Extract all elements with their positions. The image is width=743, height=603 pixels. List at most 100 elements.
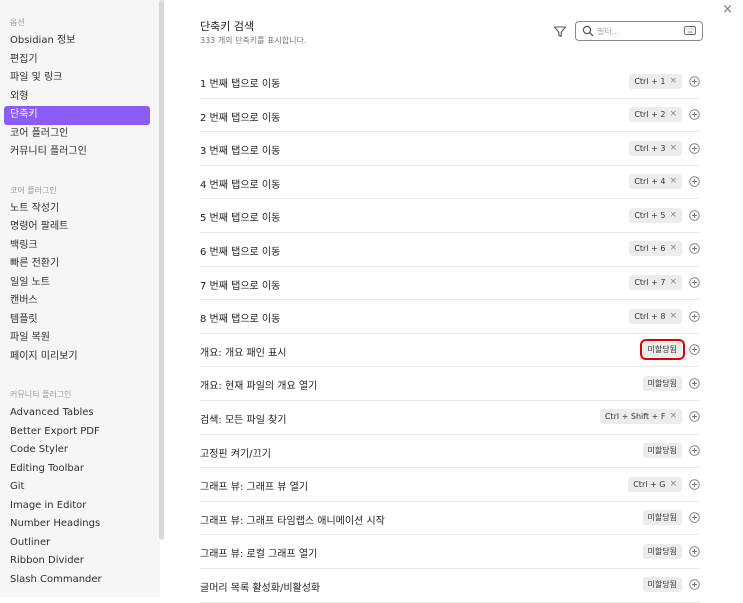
sidebar-item-community-0[interactable]: Advanced Tables [0, 404, 160, 423]
hotkey-controls: 미할당됨 [642, 543, 700, 559]
plus-circle-icon[interactable] [689, 378, 700, 389]
unassigned-badge: 미할당됨 [642, 510, 682, 526]
plus-circle-icon[interactable] [689, 445, 700, 456]
sidebar-item-options-3[interactable]: 외형 [0, 88, 160, 107]
hotkey-chip: Ctrl + 5 × [629, 207, 682, 223]
hotkey-label: Ctrl + 7 [634, 278, 666, 288]
hotkey-label: Ctrl + 6 [634, 244, 666, 254]
command-name: 그래프 뷰: 그래프 타임랩스 애니메이션 시작 [200, 515, 385, 527]
sidebar-item-community-7[interactable]: Outliner [0, 534, 160, 553]
x-icon[interactable]: × [669, 74, 677, 89]
plus-circle-icon[interactable] [689, 176, 700, 188]
x-icon[interactable]: × [669, 107, 677, 122]
sidebar-item-community-3[interactable]: Editing Toolbar [0, 460, 160, 479]
plus-circle-icon[interactable] [689, 109, 700, 120]
x-icon[interactable]: × [669, 275, 677, 290]
plus-circle-icon[interactable] [689, 310, 700, 322]
sidebar-scrollbar[interactable] [159, 0, 164, 540]
sidebar-item-options-5[interactable]: 코어 플러그인 [0, 125, 160, 144]
sidebar-item-community-2[interactable]: Code Styler [0, 441, 160, 460]
hotkey-controls: 미할당됨 [642, 510, 700, 526]
sidebar-item-community-8[interactable]: Ribbon Divider [0, 552, 160, 571]
command-name: 검색: 모든 파일 찾기 [200, 414, 287, 426]
hotkey-controls: Ctrl + 5 × [629, 207, 700, 223]
command-name: 글머리 목록 활성화/비활성화 [200, 582, 321, 594]
x-icon[interactable]: × [669, 477, 677, 492]
hotkey-controls: Ctrl + Shift + F × [599, 409, 700, 425]
sidebar-item-core-6[interactable]: 템플릿 [0, 311, 160, 330]
command-name: 개요: 현재 파일의 개요 열기 [200, 381, 318, 393]
plus-circle-icon[interactable] [689, 243, 700, 255]
hotkey-controls: 미할당됨 [642, 577, 700, 593]
command-name: 2 번째 탭으로 이동 [200, 112, 281, 124]
close-icon[interactable]: × [722, 2, 733, 17]
sidebar-section-options: 옵션 [10, 18, 25, 27]
sidebar-item-options-0[interactable]: Obsidian 정보 [0, 32, 160, 51]
x-icon[interactable]: × [669, 241, 677, 256]
hotkey-list: 1 번째 탭으로 이동 Ctrl + 1 × 2 번째 탭으로 이동 Ctrl + 2 ×… [200, 65, 700, 603]
sidebar-item-options-4[interactable]: 단축키 [4, 106, 150, 125]
command-name: 그래프 뷰: 로컬 그래프 열기 [200, 549, 318, 561]
sidebar-item-community-1[interactable]: Better Export PDF [0, 423, 160, 442]
sidebar-item-community-6[interactable]: Number Headings [0, 515, 160, 534]
filter-icon[interactable] [553, 25, 567, 39]
command-name: 개요: 개요 패인 표시 [200, 347, 287, 359]
sidebar-item-options-6[interactable]: 커뮤니티 플러그인 [0, 143, 160, 162]
hotkey-label: Ctrl + 8 [634, 311, 666, 321]
command-name: 8 번째 탭으로 이동 [200, 314, 281, 326]
plus-circle-icon[interactable] [689, 344, 700, 356]
keyboard-icon[interactable] [684, 26, 696, 35]
sidebar-item-community-4[interactable]: Git [0, 478, 160, 497]
hotkey-controls: Ctrl + 3 × [629, 140, 700, 156]
unassigned-badge: 미할당됨 [642, 375, 682, 391]
hotkey-controls: 미할당됨 [642, 443, 700, 459]
hotkey-label: Ctrl + 3 [634, 143, 666, 153]
plus-circle-icon[interactable] [689, 579, 700, 591]
settings-sidebar: 옵션 Obsidian 정보 편집기 파일 및 링크 외형 단축키 코어 플러그인 커뮤니티 … [0, 0, 160, 597]
hotkey-label: Ctrl + 4 [634, 177, 666, 187]
sidebar-item-core-7[interactable]: 파일 복원 [0, 329, 160, 348]
sidebar-item-community-9[interactable]: Slash Commander [0, 571, 160, 590]
sidebar-item-options-1[interactable]: 편집기 [0, 51, 160, 70]
hotkey-search-box[interactable] [575, 21, 703, 41]
hotkey-controls: Ctrl + 1 × [629, 73, 700, 89]
hotkey-count: 333 개의 단축키를 표시합니다. [200, 36, 307, 45]
hotkey-row: 2 번째 탭으로 이동 Ctrl + 2 × [200, 99, 700, 133]
plus-circle-icon[interactable] [689, 546, 700, 557]
hotkey-row: 1 번째 탭으로 이동 Ctrl + 1 × [200, 65, 700, 99]
hotkey-row: 4 번째 탭으로 이동 Ctrl + 4 × [200, 166, 700, 200]
x-icon[interactable]: × [669, 409, 677, 424]
plus-circle-icon[interactable] [689, 478, 700, 490]
hotkey-chip: Ctrl + Shift + F × [599, 409, 682, 425]
plus-circle-icon[interactable] [689, 411, 700, 423]
sidebar-item-core-5[interactable]: 캔버스 [0, 292, 160, 311]
plus-circle-icon[interactable] [689, 277, 700, 288]
command-name: 6 번째 탭으로 이동 [200, 246, 281, 258]
plus-circle-icon[interactable] [689, 210, 700, 221]
hotkey-controls: Ctrl + 2 × [629, 107, 700, 123]
hotkey-row: 5 번째 탭으로 이동 Ctrl + 5 × [200, 199, 700, 233]
x-icon[interactable]: × [669, 309, 677, 324]
sidebar-item-core-2[interactable]: 백링크 [0, 237, 160, 256]
hotkey-label: Ctrl + G [633, 479, 666, 489]
plus-circle-icon[interactable] [689, 75, 700, 87]
hotkey-label: Ctrl + 2 [634, 110, 666, 120]
hotkey-controls: Ctrl + 7 × [629, 275, 700, 291]
sidebar-item-core-1[interactable]: 명령어 팔레트 [0, 218, 160, 237]
hotkey-row: 3 번째 탭으로 이동 Ctrl + 3 × [200, 132, 700, 166]
sidebar-item-core-3[interactable]: 빠른 전환기 [0, 255, 160, 274]
sidebar-item-core-4[interactable]: 일일 노트 [0, 274, 160, 293]
hotkey-chip: Ctrl + 8 × [629, 308, 682, 324]
x-icon[interactable]: × [669, 174, 677, 189]
hotkey-search-input[interactable] [597, 24, 675, 38]
sidebar-item-options-2[interactable]: 파일 및 링크 [0, 69, 160, 88]
command-name: 1 번째 탭으로 이동 [200, 79, 281, 90]
plus-circle-icon[interactable] [689, 142, 700, 154]
plus-circle-icon[interactable] [689, 512, 700, 523]
sidebar-item-core-8[interactable]: 페이지 미리보기 [0, 348, 160, 367]
x-icon[interactable]: × [669, 141, 677, 156]
sidebar-item-core-0[interactable]: 노트 작성기 [0, 200, 160, 219]
x-icon[interactable]: × [669, 208, 677, 223]
unassigned-badge: 미할당됨 [639, 339, 686, 361]
sidebar-item-community-5[interactable]: Image in Editor [0, 497, 160, 516]
